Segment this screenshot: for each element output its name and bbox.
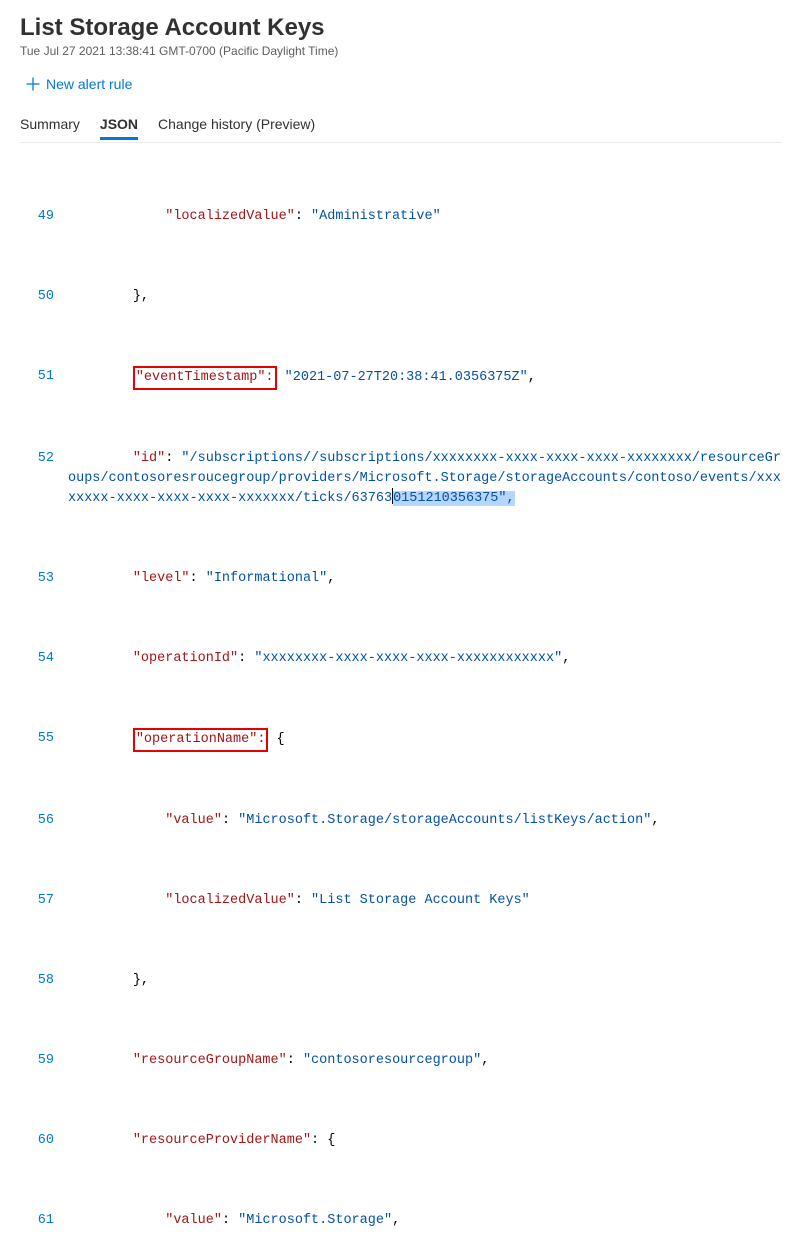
line-number: 54 (20, 649, 68, 669)
line-number: 52 (20, 449, 68, 469)
line-number: 56 (20, 811, 68, 831)
line-number: 61 (20, 1211, 68, 1231)
tab-json[interactable]: JSON (100, 110, 138, 140)
page-subtitle: Tue Jul 27 2021 13:38:41 GMT-0700 (Pacif… (20, 44, 782, 58)
tab-change-history[interactable]: Change history (Preview) (158, 110, 315, 140)
code-line: "resourceGroupName": "contosoresourcegro… (68, 1051, 782, 1071)
tab-bar: Summary JSON Change history (Preview) (20, 110, 782, 140)
code-line: "localizedValue": "List Storage Account … (68, 891, 782, 911)
line-number: 58 (20, 971, 68, 991)
code-line: }, (68, 287, 782, 307)
code-line: "operationId": "xxxxxxxx-xxxx-xxxx-xxxx-… (68, 649, 782, 669)
line-number: 51 (20, 367, 68, 387)
line-number: 59 (20, 1051, 68, 1071)
line-number: 49 (20, 207, 68, 227)
code-line: "level": "Informational", (68, 569, 782, 589)
line-number: 50 (20, 287, 68, 307)
line-number: 57 (20, 891, 68, 911)
code-line: "value": "Microsoft.Storage", (68, 1211, 782, 1231)
code-line: "id": "/subscriptions//subscriptions/xxx… (68, 449, 782, 509)
highlight-eventtimestamp: "eventTimestamp": (133, 366, 277, 390)
new-alert-rule-label: New alert rule (46, 76, 132, 92)
code-line: "value": "Microsoft.Storage/storageAccou… (68, 811, 782, 831)
code-line: "localizedValue": "Administrative" (68, 207, 782, 227)
code-line: "eventTimestamp": "2021-07-27T20:38:41.0… (68, 367, 782, 389)
page-title: List Storage Account Keys (20, 14, 782, 42)
text-selection: 0151210356375", (393, 491, 515, 506)
code-line: "operationName": { (68, 729, 782, 751)
new-alert-rule-button[interactable]: New alert rule (26, 76, 132, 92)
line-number: 53 (20, 569, 68, 589)
highlight-operationname: "operationName": (133, 728, 269, 752)
code-line: }, (68, 971, 782, 991)
plus-icon (26, 77, 40, 91)
json-viewer[interactable]: 49 "localizedValue": "Administrative" 50… (20, 142, 782, 1234)
tab-summary[interactable]: Summary (20, 110, 80, 140)
code-line: "resourceProviderName": { (68, 1131, 782, 1151)
line-number: 60 (20, 1131, 68, 1151)
line-number: 55 (20, 729, 68, 749)
